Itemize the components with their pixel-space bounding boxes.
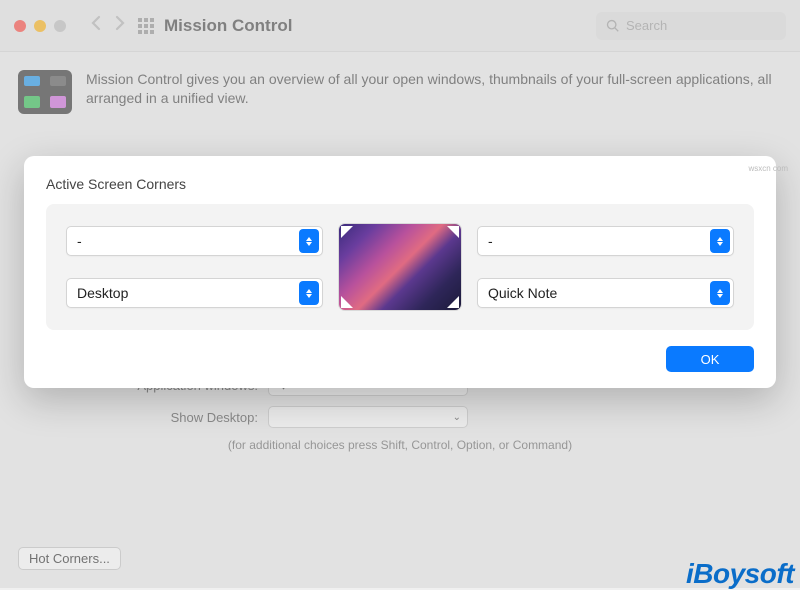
corner-indicator-br xyxy=(447,296,459,308)
watermark-logo: iBoysoft xyxy=(686,558,794,590)
stepper-icon xyxy=(710,281,730,305)
corner-indicator-tl xyxy=(341,226,353,238)
ok-button[interactable]: OK xyxy=(666,346,754,372)
select-value: - xyxy=(488,233,493,249)
desktop-preview xyxy=(339,224,461,310)
bottom-left-corner-select[interactable]: Desktop xyxy=(66,278,323,308)
stepper-icon xyxy=(299,281,319,305)
source-tag: wsxcn com xyxy=(748,164,788,173)
top-left-corner-select[interactable]: - xyxy=(66,226,323,256)
select-value: Quick Note xyxy=(488,285,557,301)
active-screen-corners-sheet: Active Screen Corners - Desktop xyxy=(24,156,776,388)
top-right-corner-select[interactable]: - xyxy=(477,226,734,256)
corner-indicator-tr xyxy=(447,226,459,238)
sheet-title: Active Screen Corners xyxy=(46,176,754,192)
select-value: - xyxy=(77,233,82,249)
corner-indicator-bl xyxy=(341,296,353,308)
bottom-right-corner-select[interactable]: Quick Note xyxy=(477,278,734,308)
stepper-icon xyxy=(299,229,319,253)
select-value: Desktop xyxy=(77,285,128,301)
stepper-icon xyxy=(710,229,730,253)
corners-panel: - Desktop - Quick N xyxy=(46,204,754,330)
